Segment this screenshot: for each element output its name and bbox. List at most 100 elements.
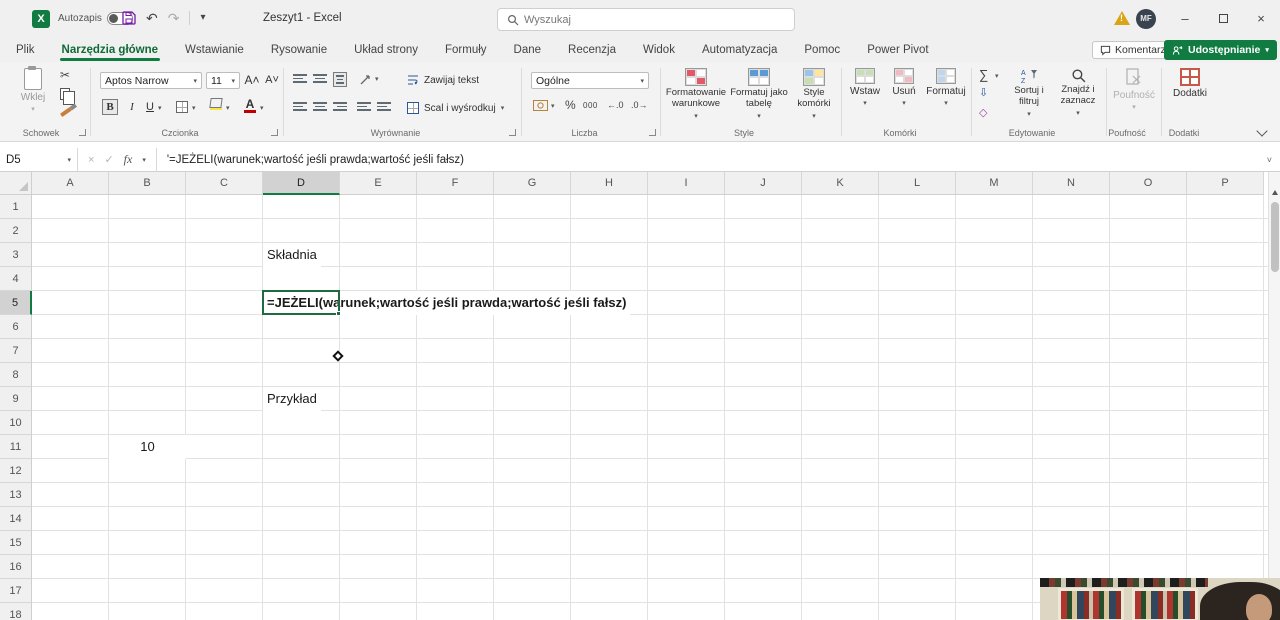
find-select-button[interactable]: Znajdź i zaznacz ▾ <box>1055 68 1101 117</box>
column-header-G[interactable]: G <box>494 172 571 195</box>
paste-button[interactable]: Wklej ▾ <box>14 66 52 113</box>
row-header-8[interactable]: 8 <box>0 363 32 387</box>
column-header-J[interactable]: J <box>725 172 802 195</box>
formula-input[interactable]: '=JEŻELI(warunek;wartość jeśli prawda;wa… <box>157 154 464 166</box>
fill-icon[interactable]: ⇩ <box>979 86 988 100</box>
font-size-combo[interactable]: 11 ▾ <box>206 72 240 89</box>
fill-handle[interactable] <box>336 311 341 316</box>
currency-icon[interactable] <box>533 100 548 111</box>
increase-indent-icon[interactable] <box>377 102 391 111</box>
row-header-1[interactable]: 1 <box>0 195 32 219</box>
alignment-dialog-launcher-icon[interactable] <box>509 129 516 136</box>
scroll-up-icon[interactable] <box>1272 190 1278 195</box>
cell-B11[interactable]: 10 <box>109 435 186 459</box>
copy-icon[interactable] <box>60 88 75 105</box>
underline-button[interactable]: U <box>142 99 158 115</box>
percent-icon[interactable]: % <box>565 98 576 112</box>
tab-widok[interactable]: Widok <box>641 41 677 59</box>
align-right-icon[interactable] <box>333 102 347 111</box>
font-dialog-launcher-icon[interactable] <box>271 129 278 136</box>
column-header-F[interactable]: F <box>417 172 494 195</box>
align-top-icon[interactable] <box>293 74 307 83</box>
fill-color-icon[interactable] <box>209 98 223 110</box>
collapse-ribbon-icon[interactable] <box>1256 125 1268 137</box>
format-cells-button[interactable]: Formatuj ▾ <box>925 68 967 107</box>
autosum-caret-icon[interactable]: ▾ <box>995 72 999 80</box>
borders-caret-icon[interactable]: ▾ <box>192 104 196 112</box>
align-center-icon[interactable] <box>313 102 327 111</box>
clipboard-dialog-launcher-icon[interactable] <box>79 129 86 136</box>
italic-button[interactable]: I <box>124 99 140 115</box>
activation-warning-icon[interactable] <box>1114 11 1130 25</box>
vertical-scrollbar[interactable] <box>1268 172 1280 620</box>
clear-icon[interactable]: ◇ <box>979 106 987 120</box>
scrollbar-thumb[interactable] <box>1271 202 1279 272</box>
cell-styles-button[interactable]: Style komórki ▾ <box>790 68 838 120</box>
row-header-3[interactable]: 3 <box>0 243 32 267</box>
number-dialog-launcher-icon[interactable] <box>649 129 656 136</box>
confirm-entry-icon[interactable]: ✓ <box>104 153 113 166</box>
insert-function-icon[interactable]: fx <box>124 152 133 167</box>
column-header-A[interactable]: A <box>32 172 109 195</box>
shrink-font-button[interactable]: A˅ <box>264 72 280 88</box>
currency-caret-icon[interactable]: ▾ <box>551 102 555 110</box>
redo-icon[interactable]: ↷ <box>168 8 180 28</box>
font-name-combo[interactable]: Aptos Narrow ▾ <box>100 72 202 89</box>
column-header-P[interactable]: P <box>1187 172 1264 195</box>
row-header-4[interactable]: 4 <box>0 267 32 291</box>
maximize-button[interactable] <box>1204 0 1242 38</box>
grow-font-button[interactable]: A˄ <box>244 72 260 88</box>
column-header-O[interactable]: O <box>1110 172 1187 195</box>
tab-automatyzacja[interactable]: Automatyzacja <box>700 41 779 59</box>
align-middle-icon[interactable] <box>313 74 327 83</box>
cell-D3[interactable]: Składnia <box>263 243 321 267</box>
delete-cells-button[interactable]: Usuń ▾ <box>887 68 921 107</box>
sort-filter-button[interactable]: AZ Sortuj i filtruj ▾ <box>1007 68 1051 118</box>
insert-cells-button[interactable]: Wstaw ▾ <box>847 68 883 107</box>
search-box[interactable]: Wyszukaj <box>497 8 795 31</box>
increase-decimal-icon[interactable]: ←.0 <box>607 100 624 110</box>
decrease-indent-icon[interactable] <box>357 102 371 111</box>
conditional-formatting-button[interactable]: Formatowanie warunkowe ▾ <box>664 68 728 120</box>
tab-power-pivot[interactable]: Power Pivot <box>865 41 930 59</box>
align-left-icon[interactable] <box>293 102 307 111</box>
row-header-9[interactable]: 9 <box>0 387 32 411</box>
row-header-14[interactable]: 14 <box>0 507 32 531</box>
user-avatar[interactable]: MF <box>1136 9 1156 29</box>
column-header-E[interactable]: E <box>340 172 417 195</box>
row-header-15[interactable]: 15 <box>0 531 32 555</box>
column-header-L[interactable]: L <box>879 172 956 195</box>
orientation-caret-icon[interactable]: ▾ <box>375 75 379 83</box>
number-format-combo[interactable]: Ogólne ▾ <box>531 72 649 89</box>
expand-formula-bar-icon[interactable]: ˅ <box>1267 155 1280 165</box>
row-header-18[interactable]: 18 <box>0 603 32 620</box>
addins-button[interactable]: Dodatki <box>1167 68 1213 99</box>
borders-icon[interactable] <box>176 101 188 113</box>
excel-logo-icon[interactable]: X <box>32 10 50 28</box>
row-header-6[interactable]: 6 <box>0 315 32 339</box>
close-button[interactable]: × <box>1242 0 1280 38</box>
column-header-K[interactable]: K <box>802 172 879 195</box>
row-header-5[interactable]: 5 <box>0 291 32 315</box>
format-painter-icon[interactable] <box>59 106 73 118</box>
column-header-H[interactable]: H <box>571 172 648 195</box>
column-header-C[interactable]: C <box>186 172 263 195</box>
cancel-entry-icon[interactable]: × <box>88 154 94 166</box>
tab-wstawianie[interactable]: Wstawianie <box>183 41 246 59</box>
row-header-2[interactable]: 2 <box>0 219 32 243</box>
sensitivity-button[interactable]: Poufność ▾ <box>1110 68 1158 111</box>
font-color-caret-icon[interactable]: ▾ <box>260 104 264 112</box>
column-header-M[interactable]: M <box>956 172 1033 195</box>
select-all-corner[interactable] <box>0 172 32 195</box>
column-header-N[interactable]: N <box>1033 172 1110 195</box>
bold-button[interactable]: B <box>102 99 118 115</box>
wrap-text-button[interactable]: Zawijaj tekst <box>407 74 479 86</box>
cell-D9[interactable]: Przykład <box>263 387 321 411</box>
align-bottom-icon[interactable] <box>333 72 347 87</box>
font-color-icon[interactable]: A <box>244 97 256 113</box>
name-box[interactable]: D5 ▾ <box>0 148 78 171</box>
merge-center-button[interactable]: Scal i wyśrodkuj ▾ <box>407 102 504 114</box>
row-header-10[interactable]: 10 <box>0 411 32 435</box>
row-header-7[interactable]: 7 <box>0 339 32 363</box>
row-header-11[interactable]: 11 <box>0 435 32 459</box>
